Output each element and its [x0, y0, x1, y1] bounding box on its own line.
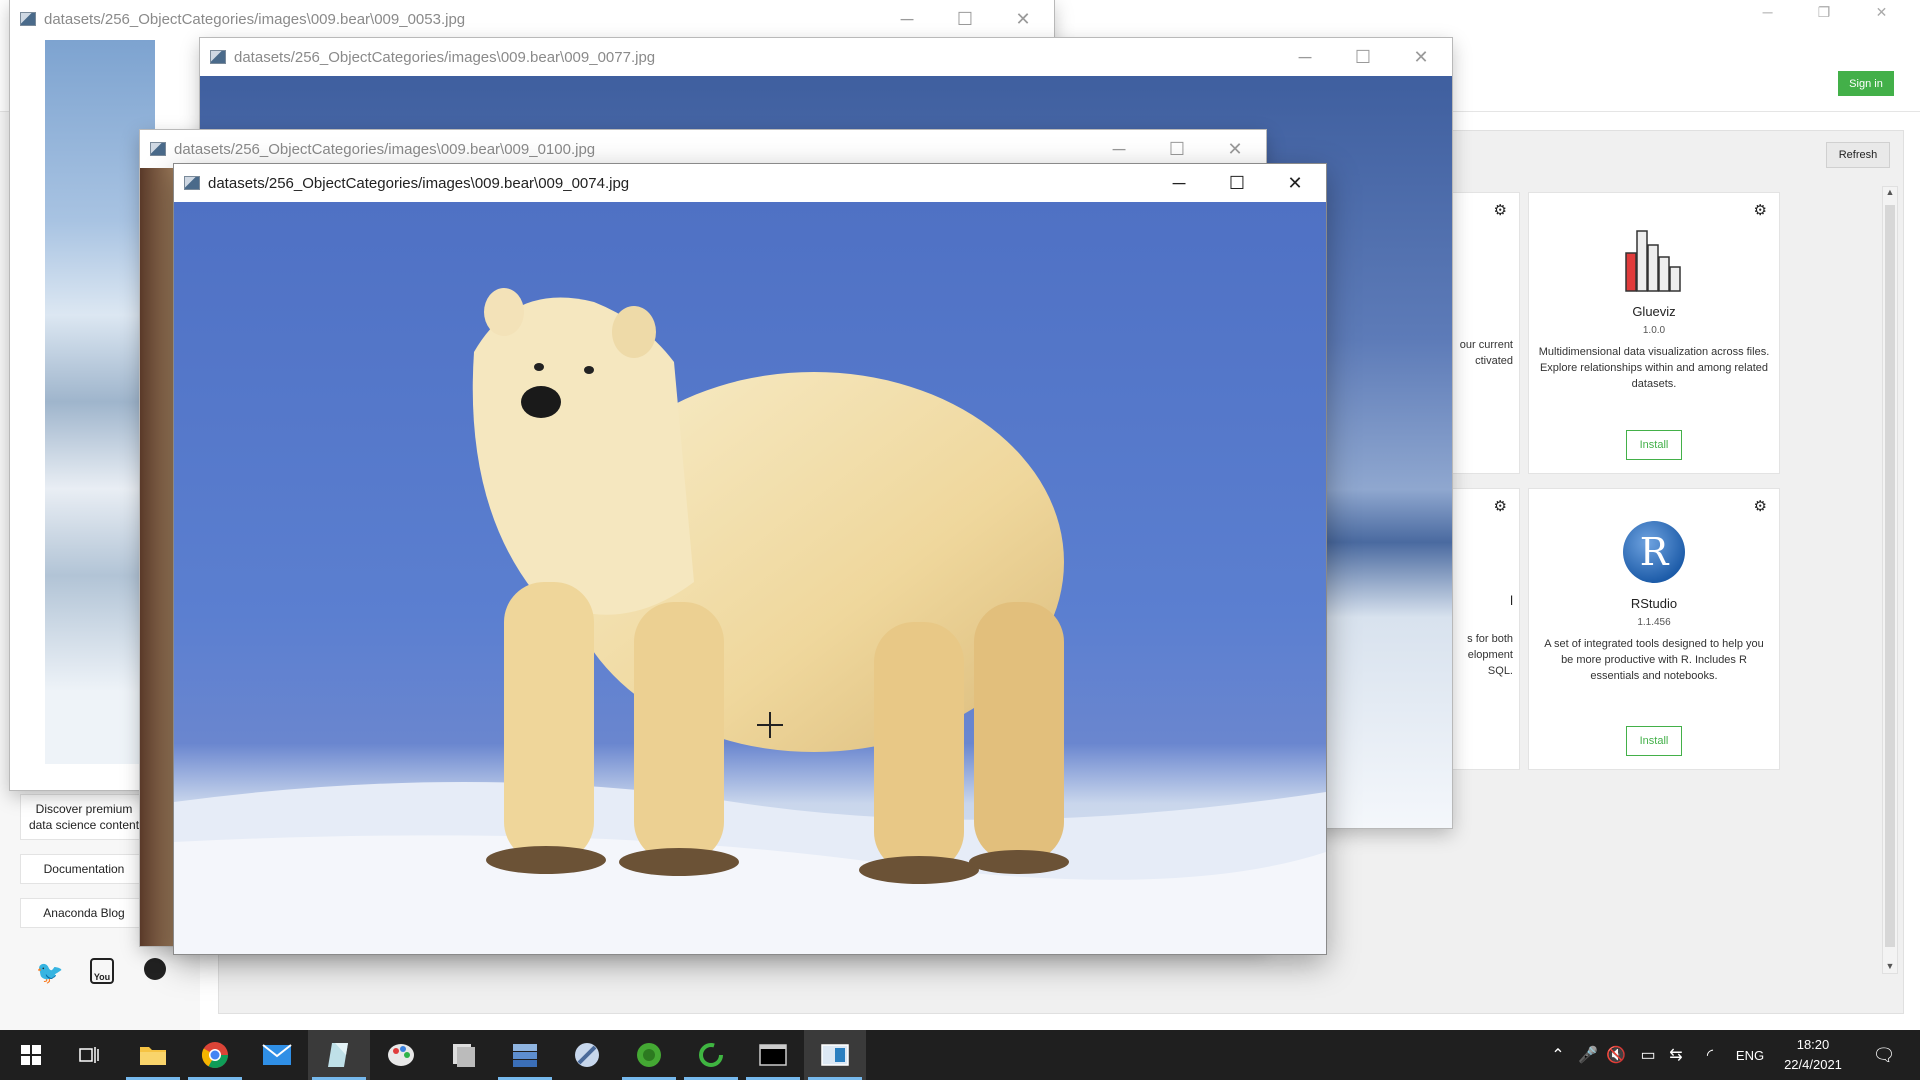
anaconda-blog-button[interactable]: Anaconda Blog — [20, 898, 148, 928]
app-card-glueviz: ⚙ Glueviz 1.0.0 Multidimensional data vi… — [1528, 192, 1780, 474]
show-hidden-icons[interactable]: ⌃ — [1546, 1030, 1570, 1080]
youtube-icon[interactable]: You — [90, 958, 114, 984]
scroll-thumb[interactable] — [1885, 205, 1895, 947]
svg-text:R: R — [1640, 530, 1670, 574]
maximize-icon[interactable]: ☐ — [1148, 130, 1206, 168]
close-icon[interactable]: ✕ — [1206, 130, 1264, 168]
maximize-icon[interactable]: ☐ — [1334, 38, 1392, 76]
gear-icon[interactable]: ⚙ — [1754, 497, 1767, 515]
notification-icon[interactable]: 🗨 — [1864, 1030, 1904, 1080]
minimize-icon[interactable]: ─ — [1090, 130, 1148, 168]
minimize-icon[interactable]: ─ — [1276, 38, 1334, 76]
image-file-icon — [150, 142, 166, 156]
image-viewer-icon[interactable] — [804, 1030, 866, 1080]
speaker-muted-icon[interactable]: 🔇 — [1604, 1030, 1628, 1080]
content-scrollbar[interactable]: ▲ ▼ — [1882, 186, 1898, 974]
twitter-icon[interactable]: 🐦 — [36, 960, 63, 986]
microphone-icon[interactable]: 🎤 — [1576, 1030, 1600, 1080]
network-icon[interactable]: ⇆ — [1664, 1030, 1688, 1080]
window-title: datasets/256_ObjectCategories/images\009… — [44, 10, 466, 28]
card-title: l — [1510, 593, 1513, 608]
clock-date: 22/4/2021 — [1784, 1057, 1842, 1072]
anaconda-icon[interactable] — [618, 1030, 680, 1080]
image-content — [45, 40, 155, 764]
window-title: datasets/256_ObjectCategories/images\009… — [208, 174, 630, 192]
card-version: 1.1.456 — [1637, 617, 1671, 628]
sign-in-button[interactable]: Sign in — [1838, 71, 1894, 96]
app-card-rstudio: ⚙ R RStudio 1.1.456 A set of integrated … — [1528, 488, 1780, 770]
files-icon[interactable] — [432, 1030, 494, 1080]
server-icon[interactable] — [494, 1030, 556, 1080]
wifi-icon[interactable]: ◜ — [1698, 1030, 1722, 1080]
chrome-icon[interactable] — [184, 1030, 246, 1080]
image-content — [174, 202, 1326, 954]
discover-premium-button[interactable]: Discover premium data science content — [20, 794, 148, 840]
clock[interactable]: 18:20 22/4/2021 — [1770, 1032, 1856, 1078]
maximize-icon[interactable]: ☐ — [936, 0, 994, 38]
image-file-icon — [210, 50, 226, 64]
refresh-button[interactable]: Refresh — [1826, 142, 1890, 168]
card-text: our current ctivated — [1459, 339, 1513, 367]
tool-icon[interactable] — [556, 1030, 618, 1080]
window-title: datasets/256_ObjectCategories/images\009… — [174, 140, 596, 158]
polar-bear-image — [174, 288, 1326, 954]
card-name: RStudio — [1630, 596, 1678, 611]
battery-icon[interactable]: ▭ — [1636, 1030, 1660, 1080]
terminal-icon[interactable] — [742, 1030, 804, 1080]
github-icon[interactable] — [144, 958, 166, 980]
navigator-window-controls: ─ ❐ ✕ — [1740, 4, 1910, 28]
maximize-icon[interactable]: ☐ — [1208, 164, 1266, 202]
rstudio-logo-icon: R — [1623, 521, 1685, 583]
install-button[interactable]: Install — [1626, 430, 1682, 460]
card-version: 1.0.0 — [1642, 325, 1666, 336]
close-icon[interactable]: ✕ — [1392, 38, 1450, 76]
task-view-icon[interactable] — [58, 1030, 120, 1080]
nav-minimize-icon[interactable]: ─ — [1763, 4, 1773, 28]
image-file-icon — [184, 176, 200, 190]
image-window-0074[interactable]: datasets/256_ObjectCategories/images\009… — [174, 164, 1326, 954]
nav-close-icon[interactable]: ✕ — [1876, 4, 1888, 28]
documentation-button[interactable]: Documentation — [20, 854, 148, 884]
scroll-down-icon[interactable]: ▼ — [1883, 961, 1897, 971]
title-bar[interactable]: datasets/256_ObjectCategories/images\009… — [200, 38, 1452, 76]
notes-icon[interactable] — [308, 1030, 370, 1080]
gear-icon[interactable]: ⚙ — [1494, 497, 1507, 515]
language-indicator[interactable]: ENG — [1732, 1030, 1768, 1080]
title-bar[interactable]: datasets/256_ObjectCategories/images\009… — [174, 164, 1326, 202]
nav-restore-icon[interactable]: ❐ — [1818, 4, 1831, 28]
close-icon[interactable]: ✕ — [1266, 164, 1324, 202]
title-bar[interactable]: datasets/256_ObjectCategories/images\009… — [10, 0, 1054, 38]
card-description: Multidimensional data visualization acro… — [1538, 346, 1770, 390]
title-bar[interactable]: datasets/256_ObjectCategories/images\009… — [140, 130, 1266, 168]
refresh-app-icon[interactable] — [680, 1030, 742, 1080]
minimize-icon[interactable]: ─ — [878, 0, 936, 38]
paint-icon[interactable] — [370, 1030, 432, 1080]
mail-icon[interactable] — [246, 1030, 308, 1080]
gear-icon[interactable]: ⚙ — [1754, 201, 1767, 219]
clock-time: 18:20 — [1796, 1037, 1830, 1052]
file-explorer-icon[interactable] — [122, 1030, 184, 1080]
minimize-icon[interactable]: ─ — [1150, 164, 1208, 202]
start-icon[interactable] — [0, 1030, 62, 1080]
window-title: datasets/256_ObjectCategories/images\009… — [234, 48, 656, 66]
scroll-up-icon[interactable]: ▲ — [1883, 187, 1897, 197]
gear-icon[interactable]: ⚙ — [1494, 201, 1507, 219]
install-button[interactable]: Install — [1626, 726, 1682, 756]
glueviz-logo-icon — [1625, 230, 1681, 292]
close-icon[interactable]: ✕ — [994, 0, 1052, 38]
image-file-icon — [20, 12, 36, 26]
card-name: Glueviz — [1632, 304, 1676, 319]
card-description: A set of integrated tools designed to he… — [1544, 638, 1764, 682]
